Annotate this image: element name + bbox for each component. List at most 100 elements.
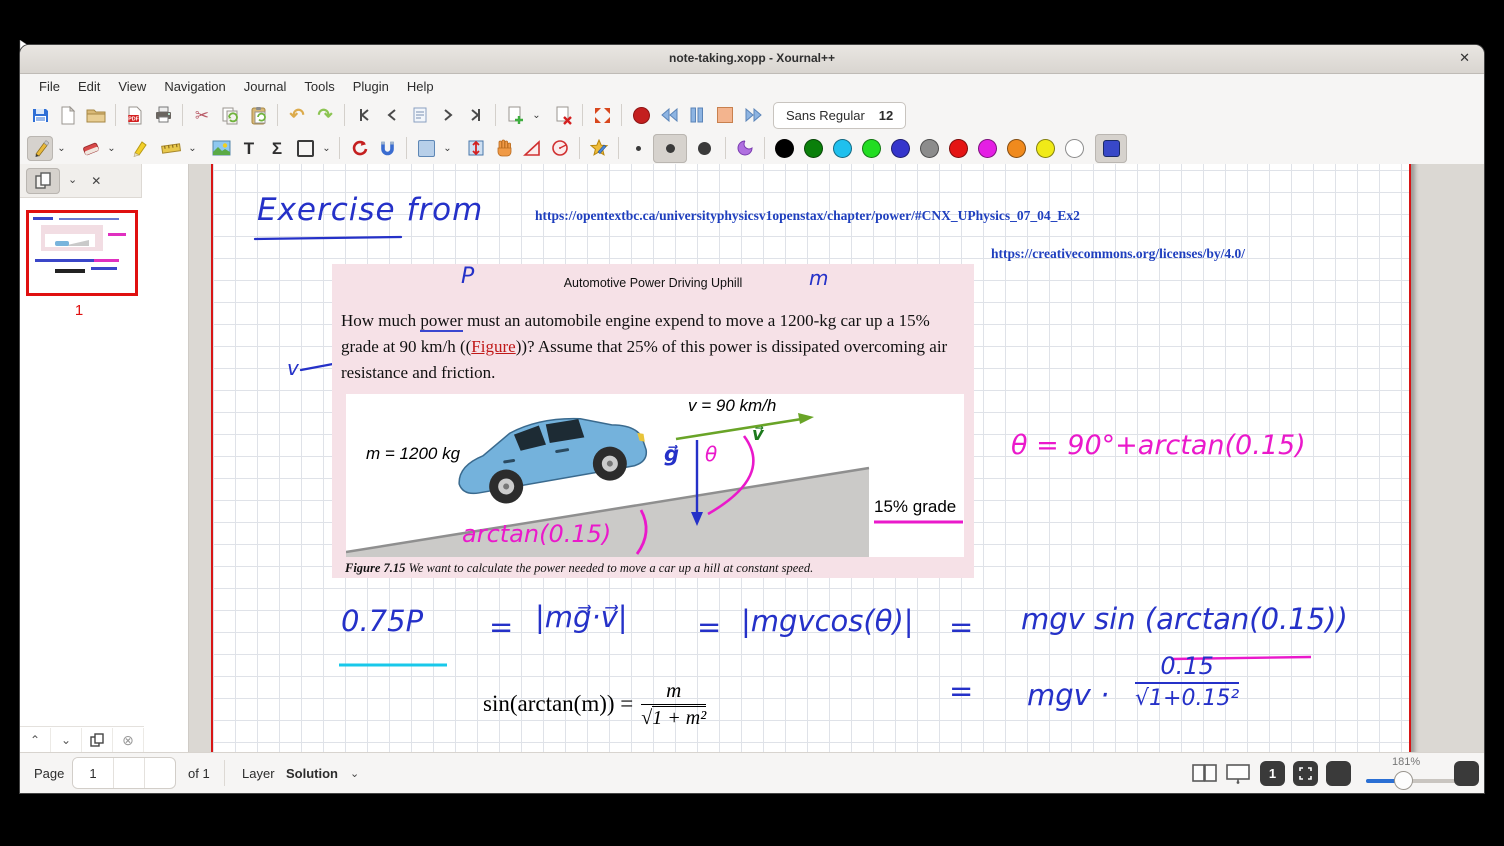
copy-button[interactable]: [217, 103, 243, 128]
vertical-space-button[interactable]: [463, 136, 489, 161]
source-url-link[interactable]: https://opentextbc.ca/universityphysicsv…: [535, 208, 1080, 224]
color-gray[interactable]: [920, 139, 939, 158]
zoom-out-button[interactable]: [1326, 761, 1351, 786]
menu-edit[interactable]: Edit: [69, 77, 109, 96]
thickness-thick-button[interactable]: [689, 136, 719, 161]
titlebar[interactable]: note-taking.xopp - Xournal++ ✕: [20, 45, 1484, 74]
page-increment-button[interactable]: [144, 758, 175, 788]
forward-button[interactable]: [740, 103, 766, 128]
ruler-tool-button[interactable]: [158, 136, 184, 161]
last-page-button[interactable]: [463, 103, 489, 128]
layer-dropdown[interactable]: ⌄: [350, 753, 359, 793]
eraser-dropdown[interactable]: ⌄: [104, 136, 119, 161]
font-button[interactable]: Sans Regular 12: [773, 102, 906, 129]
text-tool-icon: T: [244, 140, 254, 157]
pen-tool-button[interactable]: [27, 136, 53, 161]
color-picker-button[interactable]: [1095, 134, 1127, 163]
page-thumbnail[interactable]: [26, 210, 138, 296]
select-region-button[interactable]: [413, 136, 439, 161]
select-dropdown[interactable]: ⌄: [319, 136, 334, 161]
color-green[interactable]: [862, 139, 881, 158]
presentation-button[interactable]: [1226, 753, 1250, 793]
redo-button[interactable]: ↷: [312, 103, 338, 128]
select-region-dropdown[interactable]: ⌄: [440, 136, 455, 161]
setsquare-button[interactable]: [519, 136, 545, 161]
sidebar-close-button[interactable]: ✕: [91, 175, 101, 187]
pause-button[interactable]: [684, 103, 710, 128]
ruler-dropdown[interactable]: ⌄: [185, 136, 200, 161]
snap-button[interactable]: [374, 136, 400, 161]
first-page-button[interactable]: [351, 103, 377, 128]
zoom-slider-thumb[interactable]: [1394, 771, 1413, 790]
shape-recognizer-button[interactable]: [346, 136, 372, 161]
license-url-link[interactable]: https://creativecommons.org/licenses/by/…: [991, 246, 1245, 262]
zoom-in-button[interactable]: [1454, 761, 1479, 786]
customize-toolbar-button[interactable]: [586, 136, 612, 161]
eq-sign-4: =: [949, 674, 973, 708]
vertical-space-icon: [467, 139, 485, 157]
menu-help[interactable]: Help: [398, 77, 443, 96]
fit-page-button[interactable]: 1: [1260, 761, 1285, 786]
hand-icon: [495, 139, 513, 157]
menu-plugin[interactable]: Plugin: [344, 77, 398, 96]
highlighter-tool-button[interactable]: [127, 136, 153, 161]
fill-button[interactable]: [732, 136, 758, 161]
cut-button[interactable]: ✂: [189, 103, 215, 128]
text-tool-button[interactable]: T: [236, 136, 262, 161]
window-close-button[interactable]: ✕: [1459, 50, 1470, 66]
layer-selector[interactable]: Solution: [286, 753, 338, 793]
color-black[interactable]: [775, 139, 794, 158]
previous-page-button[interactable]: [379, 103, 405, 128]
open-button[interactable]: [83, 103, 109, 128]
sidebar-down-button[interactable]: ⌄: [51, 728, 82, 752]
paste-button[interactable]: [245, 103, 271, 128]
rewind-button[interactable]: [656, 103, 682, 128]
menu-file[interactable]: File: [30, 77, 69, 96]
color-cyan[interactable]: [833, 139, 852, 158]
color-green-dark[interactable]: [804, 139, 823, 158]
pen-dropdown[interactable]: ⌄: [54, 136, 69, 161]
sidebar-up-button[interactable]: ⌃: [20, 728, 51, 752]
fullscreen-button[interactable]: [589, 103, 615, 128]
page-number-input[interactable]: 1: [73, 758, 113, 788]
color-yellow[interactable]: [1036, 139, 1055, 158]
goto-page-button[interactable]: [407, 103, 433, 128]
menu-navigation[interactable]: Navigation: [155, 77, 234, 96]
menu-journal[interactable]: Journal: [235, 77, 296, 96]
sidebar-panel-dropdown[interactable]: ⌄: [68, 175, 77, 186]
menu-view[interactable]: View: [109, 77, 155, 96]
sidebar-duplicate-button[interactable]: [82, 728, 113, 752]
sidebar-pages-tab[interactable]: [26, 168, 60, 194]
color-red[interactable]: [949, 139, 968, 158]
export-pdf-button[interactable]: PDF: [122, 103, 148, 128]
menu-tools[interactable]: Tools: [295, 77, 343, 96]
undo-button[interactable]: ↶: [284, 103, 310, 128]
eraser-tool-button[interactable]: [77, 136, 103, 161]
save-button[interactable]: [27, 103, 53, 128]
thickness-fine-button[interactable]: [625, 136, 651, 161]
color-white[interactable]: [1065, 139, 1084, 158]
add-page-button[interactable]: [502, 103, 528, 128]
open-folder-icon: [86, 106, 106, 124]
record-button[interactable]: [628, 103, 654, 128]
add-page-dropdown[interactable]: ⌄: [529, 103, 544, 128]
insert-image-button[interactable]: [208, 136, 234, 161]
next-page-button[interactable]: [435, 103, 461, 128]
compass-button[interactable]: [547, 136, 573, 161]
fit-width-button[interactable]: [1293, 761, 1318, 786]
select-rect-button[interactable]: [292, 136, 318, 161]
figure-link[interactable]: Figure: [471, 337, 515, 356]
hand-tool-button[interactable]: [491, 136, 517, 161]
color-orange[interactable]: [1007, 139, 1026, 158]
thickness-medium-button[interactable]: [653, 134, 687, 163]
print-button[interactable]: [150, 103, 176, 128]
delete-page-button[interactable]: [550, 103, 576, 128]
stop-button[interactable]: [712, 103, 738, 128]
color-magenta[interactable]: [978, 139, 997, 158]
tex-tool-button[interactable]: Σ: [264, 136, 290, 161]
dual-page-button[interactable]: [1192, 753, 1218, 793]
sidebar-delete-button[interactable]: ⊗: [113, 728, 144, 752]
color-blue[interactable]: [891, 139, 910, 158]
page-decrement-button[interactable]: [113, 758, 144, 788]
new-document-button[interactable]: [55, 103, 81, 128]
